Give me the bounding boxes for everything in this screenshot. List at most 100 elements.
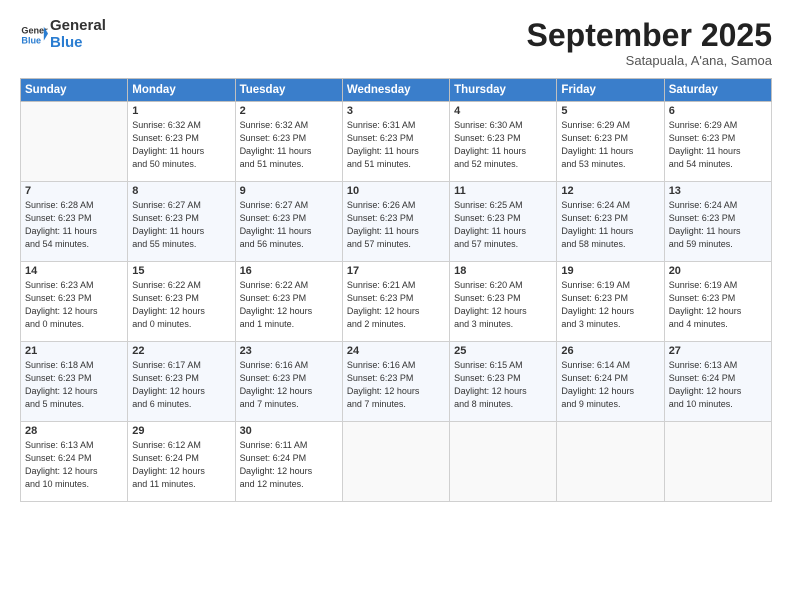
- location-subtitle: Satapuala, A'ana, Samoa: [527, 53, 772, 68]
- calendar-cell: 19 Sunrise: 6:19 AM Sunset: 6:23 PM Dayli…: [557, 262, 664, 342]
- day-number: 10: [347, 185, 445, 197]
- calendar-cell: [664, 422, 771, 502]
- cell-content: Sunrise: 6:21 AM Sunset: 6:23 PM Dayligh…: [347, 279, 445, 331]
- cell-content: Sunrise: 6:31 AM Sunset: 6:23 PM Dayligh…: [347, 119, 445, 171]
- cell-content: Sunrise: 6:20 AM Sunset: 6:23 PM Dayligh…: [454, 279, 552, 331]
- calendar-cell: 17 Sunrise: 6:21 AM Sunset: 6:23 PM Dayli…: [342, 262, 449, 342]
- calendar-cell: [450, 422, 557, 502]
- header-cell-monday: Monday: [128, 79, 235, 102]
- calendar-cell: 1Sunrise: 6:32 AM Sunset: 6:23 PM Daylig…: [128, 102, 235, 182]
- day-number: 27: [669, 345, 767, 357]
- cell-content: Sunrise: 6:16 AM Sunset: 6:23 PM Dayligh…: [240, 359, 338, 411]
- calendar-cell: 20Sunrise: 6:19 AM Sunset: 6:23 PM Dayli…: [664, 262, 771, 342]
- calendar-table: SundayMondayTuesdayWednesdayThursdayFrid…: [20, 78, 772, 502]
- calendar-cell: 27Sunrise: 6:13 AM Sunset: 6:24 PM Dayli…: [664, 342, 771, 422]
- header: General Blue General Blue September 2025…: [20, 18, 772, 68]
- calendar-header: SundayMondayTuesdayWednesdayThursdayFrid…: [21, 79, 772, 102]
- calendar-cell: 8 Sunrise: 6:27 AM Sunset: 6:23 PM Daylig…: [128, 182, 235, 262]
- day-number: 14: [25, 265, 123, 277]
- calendar-cell: 7 Sunrise: 6:28 AM Sunset: 6:23 PM Daylig…: [21, 182, 128, 262]
- day-number: 15: [132, 265, 230, 277]
- cell-content: Sunrise: 6:12 AM Sunset: 6:24 PM Dayligh…: [132, 439, 230, 491]
- day-number: 7: [25, 185, 123, 197]
- calendar-cell: 14 Sunrise: 6:23 AM Sunset: 6:23 PM Dayli…: [21, 262, 128, 342]
- week-row-1: 7 Sunrise: 6:28 AM Sunset: 6:23 PM Daylig…: [21, 182, 772, 262]
- calendar-cell: 12 Sunrise: 6:24 AM Sunset: 6:23 PM Dayli…: [557, 182, 664, 262]
- header-row: SundayMondayTuesdayWednesdayThursdayFrid…: [21, 79, 772, 102]
- day-number: 24: [347, 345, 445, 357]
- cell-content: Sunrise: 6:14 AM Sunset: 6:24 PM Dayligh…: [561, 359, 659, 411]
- cell-content: Sunrise: 6:27 AM Sunset: 6:23 PM Dayligh…: [240, 199, 338, 251]
- header-cell-saturday: Saturday: [664, 79, 771, 102]
- cell-content: Sunrise: 6:30 AM Sunset: 6:23 PM Dayligh…: [454, 119, 552, 171]
- calendar-cell: 22 Sunrise: 6:17 AM Sunset: 6:23 PM Dayli…: [128, 342, 235, 422]
- day-number: 30: [240, 425, 338, 437]
- cell-content: Sunrise: 6:25 AM Sunset: 6:23 PM Dayligh…: [454, 199, 552, 251]
- cell-content: Sunrise: 6:23 AM Sunset: 6:23 PM Dayligh…: [25, 279, 123, 331]
- calendar-cell: 6 Sunrise: 6:29 AM Sunset: 6:23 PM Daylig…: [664, 102, 771, 182]
- cell-content: Sunrise: 6:26 AM Sunset: 6:23 PM Dayligh…: [347, 199, 445, 251]
- logo-general-text: General: [50, 18, 106, 35]
- cell-content: Sunrise: 6:29 AM Sunset: 6:23 PM Dayligh…: [669, 119, 767, 171]
- month-title: September 2025: [527, 18, 772, 53]
- header-cell-thursday: Thursday: [450, 79, 557, 102]
- calendar-cell: 15 Sunrise: 6:22 AM Sunset: 6:23 PM Dayli…: [128, 262, 235, 342]
- cell-content: Sunrise: 6:28 AM Sunset: 6:23 PM Dayligh…: [25, 199, 123, 251]
- calendar-cell: 9 Sunrise: 6:27 AM Sunset: 6:23 PM Daylig…: [235, 182, 342, 262]
- calendar-cell: 18 Sunrise: 6:20 AM Sunset: 6:23 PM Dayli…: [450, 262, 557, 342]
- day-number: 12: [561, 185, 659, 197]
- logo: General Blue General Blue: [20, 18, 106, 51]
- calendar-cell: 11 Sunrise: 6:25 AM Sunset: 6:23 PM Dayli…: [450, 182, 557, 262]
- day-number: 19: [561, 265, 659, 277]
- day-number: 5: [561, 105, 659, 117]
- day-number: 8: [132, 185, 230, 197]
- page: General Blue General Blue September 2025…: [0, 0, 792, 612]
- day-number: 9: [240, 185, 338, 197]
- calendar-cell: 10 Sunrise: 6:26 AM Sunset: 6:23 PM Dayli…: [342, 182, 449, 262]
- calendar-cell: [557, 422, 664, 502]
- svg-text:Blue: Blue: [21, 35, 41, 45]
- header-cell-sunday: Sunday: [21, 79, 128, 102]
- cell-content: Sunrise: 6:18 AM Sunset: 6:23 PM Dayligh…: [25, 359, 123, 411]
- cell-content: Sunrise: 6:19 AM Sunset: 6:23 PM Dayligh…: [561, 279, 659, 331]
- week-row-4: 28Sunrise: 6:13 AM Sunset: 6:24 PM Dayli…: [21, 422, 772, 502]
- calendar-cell: 23 Sunrise: 6:16 AM Sunset: 6:23 PM Dayli…: [235, 342, 342, 422]
- header-cell-friday: Friday: [557, 79, 664, 102]
- calendar-cell: 21 Sunrise: 6:18 AM Sunset: 6:23 PM Dayli…: [21, 342, 128, 422]
- cell-content: Sunrise: 6:22 AM Sunset: 6:23 PM Dayligh…: [132, 279, 230, 331]
- header-cell-wednesday: Wednesday: [342, 79, 449, 102]
- calendar-body: 1Sunrise: 6:32 AM Sunset: 6:23 PM Daylig…: [21, 102, 772, 502]
- cell-content: Sunrise: 6:16 AM Sunset: 6:23 PM Dayligh…: [347, 359, 445, 411]
- cell-content: Sunrise: 6:29 AM Sunset: 6:23 PM Dayligh…: [561, 119, 659, 171]
- day-number: 11: [454, 185, 552, 197]
- day-number: 17: [347, 265, 445, 277]
- day-number: 21: [25, 345, 123, 357]
- calendar-cell: 3Sunrise: 6:31 AM Sunset: 6:23 PM Daylig…: [342, 102, 449, 182]
- day-number: 26: [561, 345, 659, 357]
- calendar-cell: [21, 102, 128, 182]
- day-number: 4: [454, 105, 552, 117]
- calendar-cell: 26 Sunrise: 6:14 AM Sunset: 6:24 PM Dayli…: [557, 342, 664, 422]
- title-block: September 2025 Satapuala, A'ana, Samoa: [527, 18, 772, 68]
- cell-content: Sunrise: 6:15 AM Sunset: 6:23 PM Dayligh…: [454, 359, 552, 411]
- calendar-cell: 16Sunrise: 6:22 AM Sunset: 6:23 PM Dayli…: [235, 262, 342, 342]
- cell-content: Sunrise: 6:24 AM Sunset: 6:23 PM Dayligh…: [561, 199, 659, 251]
- cell-content: Sunrise: 6:17 AM Sunset: 6:23 PM Dayligh…: [132, 359, 230, 411]
- cell-content: Sunrise: 6:27 AM Sunset: 6:23 PM Dayligh…: [132, 199, 230, 251]
- logo-blue-text: Blue: [50, 35, 106, 52]
- cell-content: Sunrise: 6:24 AM Sunset: 6:23 PM Dayligh…: [669, 199, 767, 251]
- calendar-cell: 2Sunrise: 6:32 AM Sunset: 6:23 PM Daylig…: [235, 102, 342, 182]
- calendar-cell: 28Sunrise: 6:13 AM Sunset: 6:24 PM Dayli…: [21, 422, 128, 502]
- calendar-cell: 29Sunrise: 6:12 AM Sunset: 6:24 PM Dayli…: [128, 422, 235, 502]
- calendar-cell: 25Sunrise: 6:15 AM Sunset: 6:23 PM Dayli…: [450, 342, 557, 422]
- cell-content: Sunrise: 6:22 AM Sunset: 6:23 PM Dayligh…: [240, 279, 338, 331]
- calendar-cell: 30Sunrise: 6:11 AM Sunset: 6:24 PM Dayli…: [235, 422, 342, 502]
- day-number: 13: [669, 185, 767, 197]
- day-number: 22: [132, 345, 230, 357]
- calendar-cell: 13 Sunrise: 6:24 AM Sunset: 6:23 PM Dayli…: [664, 182, 771, 262]
- day-number: 23: [240, 345, 338, 357]
- day-number: 6: [669, 105, 767, 117]
- day-number: 18: [454, 265, 552, 277]
- calendar-cell: 24 Sunrise: 6:16 AM Sunset: 6:23 PM Dayli…: [342, 342, 449, 422]
- week-row-3: 21 Sunrise: 6:18 AM Sunset: 6:23 PM Dayli…: [21, 342, 772, 422]
